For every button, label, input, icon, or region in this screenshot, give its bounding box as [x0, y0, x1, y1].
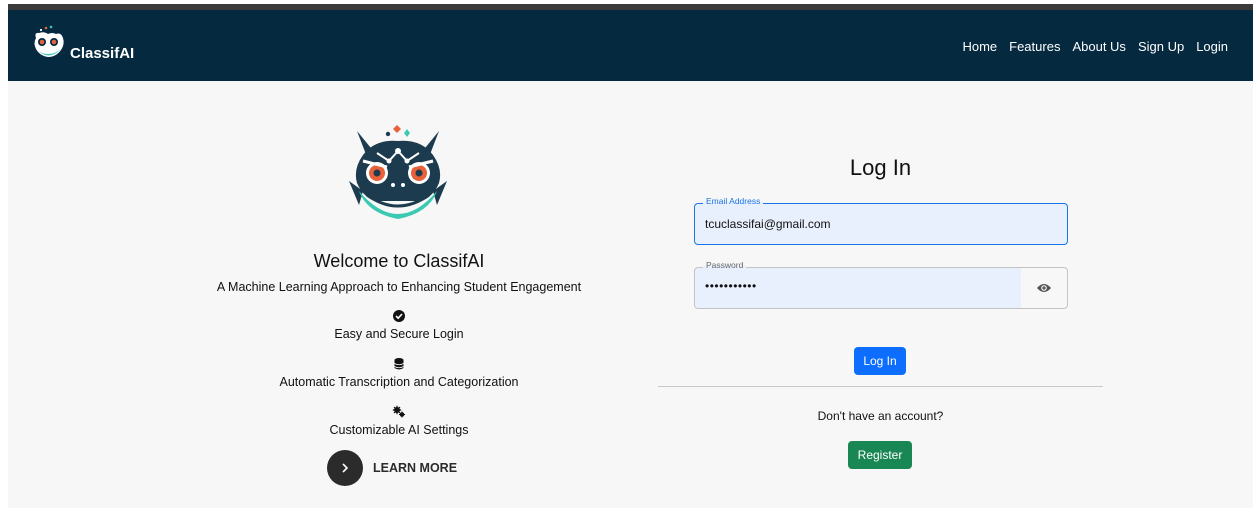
chevron-right-icon — [327, 450, 363, 486]
check-circle-icon — [393, 310, 405, 322]
email-label: Email Address — [703, 196, 764, 206]
no-account-text: Don't have an account? — [817, 409, 944, 423]
divider — [658, 386, 1103, 387]
password-value[interactable]: ••••••••••• — [705, 279, 757, 293]
browser-top-strip — [0, 0, 1253, 10]
toggle-password-visibility[interactable] — [1021, 268, 1067, 308]
email-field[interactable]: Email Address tcuclassifai@gmail.com — [694, 196, 1068, 245]
email-value[interactable]: tcuclassifai@gmail.com — [705, 217, 831, 231]
classifai-mascot-logo — [349, 125, 447, 219]
nav-login-link[interactable]: Login — [1196, 39, 1228, 54]
nav-links: Home Features About Us Sign Up Login — [962, 39, 1228, 54]
welcome-heading: Welcome to ClassifAI — [313, 251, 485, 271]
database-icon — [394, 358, 404, 370]
login-button[interactable]: Log In — [854, 347, 906, 375]
main-content: Welcome to ClassifAI A Machine Learning … — [8, 81, 1253, 508]
tagline: A Machine Learning Approach to Enhancing… — [216, 280, 582, 294]
feature-transcription: Automatic Transcription and Categorizati… — [8, 357, 790, 389]
feature-label: Automatic Transcription and Categorizati… — [279, 375, 519, 389]
brand[interactable]: ClassifAI — [30, 24, 134, 68]
nav-features-link[interactable]: Features — [1009, 39, 1060, 54]
eye-icon — [1037, 284, 1051, 292]
classifai-logo-icon — [34, 25, 64, 57]
feature-label: Easy and Secure Login — [334, 327, 464, 341]
learn-more-label: LEARN MORE — [373, 461, 458, 475]
password-field[interactable]: Password ••••••••••• — [694, 260, 1068, 309]
navbar: ClassifAI Home Features About Us Sign Up… — [8, 10, 1253, 81]
feature-secure-login: Easy and Secure Login — [8, 309, 790, 341]
learn-more-button[interactable]: LEARN MORE — [327, 450, 457, 486]
register-button[interactable]: Register — [848, 441, 912, 469]
feature-label: Customizable AI Settings — [329, 423, 469, 437]
brand-name: ClassifAI — [70, 44, 135, 62]
password-label: Password — [703, 260, 747, 270]
hero-section: Welcome to ClassifAI A Machine Learning … — [8, 81, 790, 508]
nav-about-link[interactable]: About Us — [1072, 39, 1125, 54]
gears-icon — [392, 405, 405, 418]
login-title: Log In — [849, 155, 912, 180]
nav-home-link[interactable]: Home — [962, 39, 997, 54]
nav-signup-link[interactable]: Sign Up — [1138, 39, 1184, 54]
